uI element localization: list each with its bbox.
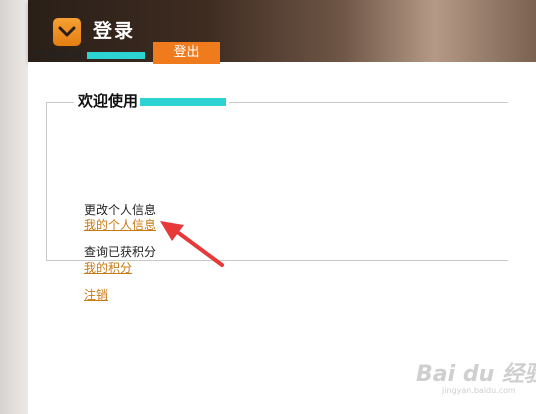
chevron-down-icon bbox=[58, 26, 76, 37]
page-title: 登录 bbox=[93, 20, 136, 42]
baidu-watermark: Bai du 经验 jingyan.baidu.com bbox=[416, 356, 536, 395]
logout-button[interactable]: 登出 bbox=[153, 42, 220, 64]
welcome-message: 欢迎使用. bbox=[34, 47, 145, 63]
redacted-username bbox=[86, 52, 145, 59]
account-panel bbox=[46, 102, 508, 261]
watermark-brand: Bai du 经验 bbox=[416, 362, 536, 387]
panel-legend: 欢迎使用 bbox=[74, 91, 230, 111]
redacted-username bbox=[140, 97, 227, 106]
panel-legend-text: 欢迎使用 bbox=[78, 92, 139, 110]
welcome-text: 欢迎使用. bbox=[34, 48, 86, 62]
edit-profile-label: 更改个人信息 bbox=[84, 203, 157, 217]
query-points-label: 查询已获积分 bbox=[84, 245, 157, 259]
my-profile-link[interactable]: 我的个人信息 bbox=[84, 218, 156, 233]
my-points-link[interactable]: 我的积分 bbox=[84, 261, 132, 276]
watermark-url: jingyan.baidu.com bbox=[442, 386, 516, 395]
annotation-arrow-icon bbox=[160, 221, 224, 267]
left-shade bbox=[0, 0, 28, 414]
cancel-link[interactable]: 注销 bbox=[84, 288, 108, 303]
logo-icon bbox=[53, 18, 81, 46]
